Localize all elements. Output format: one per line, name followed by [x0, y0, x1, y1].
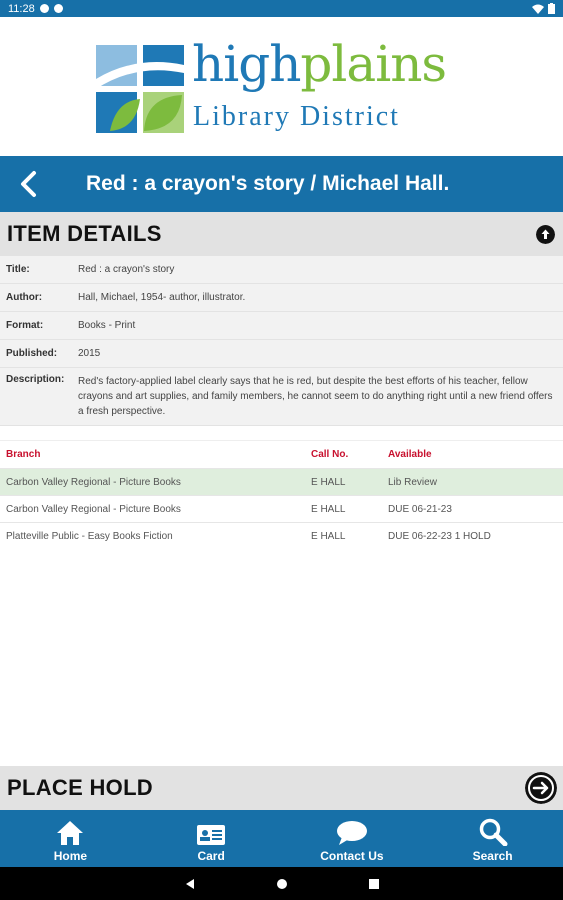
logo-banner: highplains Library District: [0, 17, 563, 156]
detail-row-title: Title: Red : a crayon's story: [0, 256, 563, 284]
home-icon: [57, 821, 84, 845]
cell-available: Lib Review: [388, 476, 437, 488]
recents-square-icon[interactable]: [368, 878, 380, 890]
cell-call-no: E HALL: [311, 476, 346, 488]
detail-label: Published:: [6, 348, 58, 359]
detail-value: Hall, Michael, 1954- author, illustrator…: [78, 292, 246, 303]
cell-call-no: E HALL: [311, 530, 346, 542]
detail-row-description: Description: Red's factory-applied label…: [0, 368, 563, 426]
cell-branch: Carbon Valley Regional - Picture Books: [6, 476, 181, 488]
logo-word-plains: plains: [300, 35, 447, 93]
column-header-available: Available: [388, 449, 432, 460]
logo-word-high: high: [192, 35, 301, 93]
detail-value: 2015: [78, 348, 101, 359]
column-header-branch: Branch: [6, 449, 41, 460]
status-time: 11:28: [8, 2, 35, 15]
item-details-header[interactable]: ITEM DETAILS: [0, 212, 563, 256]
table-row[interactable]: Platteville Public - Easy Books Fiction …: [0, 522, 563, 549]
nav-search[interactable]: Search: [422, 810, 563, 867]
item-details-heading: ITEM DETAILS: [7, 221, 162, 246]
cell-call-no: E HALL: [311, 503, 346, 515]
logo-subtitle: Library District: [193, 101, 400, 132]
cell-branch: Platteville Public - Easy Books Fiction: [6, 530, 173, 542]
title-bar: Red : a crayon's story / Michael Hall.: [0, 156, 563, 212]
detail-value: Red's factory-applied label clearly says…: [78, 376, 553, 417]
nav-home[interactable]: Home: [0, 810, 141, 867]
table-header: Branch Call No. Available: [0, 440, 563, 468]
availability-table: Branch Call No. Available Carbon Valley …: [0, 440, 563, 549]
table-row[interactable]: Carbon Valley Regional - Picture Books E…: [0, 495, 563, 522]
back-triangle-icon[interactable]: [184, 878, 196, 890]
notification-icon: [53, 4, 63, 13]
bottom-nav: Home Card Contact Us Search: [0, 810, 563, 867]
page-title: Red : a crayon's story / Michael Hall.: [86, 172, 450, 195]
nav-label: Card: [197, 849, 225, 863]
notification-icon: [39, 4, 49, 13]
place-hold-bar[interactable]: PLACE HOLD: [0, 766, 563, 810]
detail-label: Description:: [6, 374, 65, 385]
chat-icon: [336, 821, 367, 845]
item-details: Title: Red : a crayon's story Author: Ha…: [0, 256, 563, 426]
cell-available: DUE 06-21-23: [388, 503, 452, 515]
detail-value: Red : a crayon's story: [78, 264, 175, 275]
table-row[interactable]: Carbon Valley Regional - Picture Books E…: [0, 468, 563, 495]
nav-card[interactable]: Card: [141, 810, 282, 867]
detail-row-format: Format: Books - Print: [0, 312, 563, 340]
nav-label: Contact Us: [320, 849, 384, 863]
cell-available: DUE 06-22-23 1 HOLD: [388, 530, 491, 542]
status-bar: 11:28: [0, 0, 563, 17]
library-logo-icon: [96, 45, 184, 133]
wifi-icon: [532, 4, 544, 14]
nav-label: Search: [472, 849, 513, 863]
detail-value: Books - Print: [78, 320, 136, 331]
system-nav-bar: [0, 867, 563, 900]
battery-icon: [548, 3, 555, 14]
card-icon: [197, 825, 226, 845]
back-arrow-icon: [21, 171, 36, 197]
detail-label: Author:: [6, 292, 43, 303]
back-button[interactable]: [0, 156, 56, 212]
detail-row-published: Published: 2015: [0, 340, 563, 368]
nav-contact-us[interactable]: Contact Us: [282, 810, 423, 867]
arrow-right-icon[interactable]: [525, 772, 557, 804]
detail-label: Format:: [6, 320, 44, 331]
collapse-up-icon[interactable]: [536, 225, 555, 244]
search-icon: [479, 818, 508, 846]
cell-branch: Carbon Valley Regional - Picture Books: [6, 503, 181, 515]
column-header-call-no: Call No.: [311, 449, 349, 460]
detail-label: Title:: [6, 264, 30, 275]
detail-row-author: Author: Hall, Michael, 1954- author, ill…: [0, 284, 563, 312]
logo-wordmark: highplains: [192, 35, 447, 93]
place-hold-heading: PLACE HOLD: [7, 775, 153, 800]
nav-label: Home: [53, 849, 88, 863]
home-circle-icon[interactable]: [276, 878, 288, 890]
